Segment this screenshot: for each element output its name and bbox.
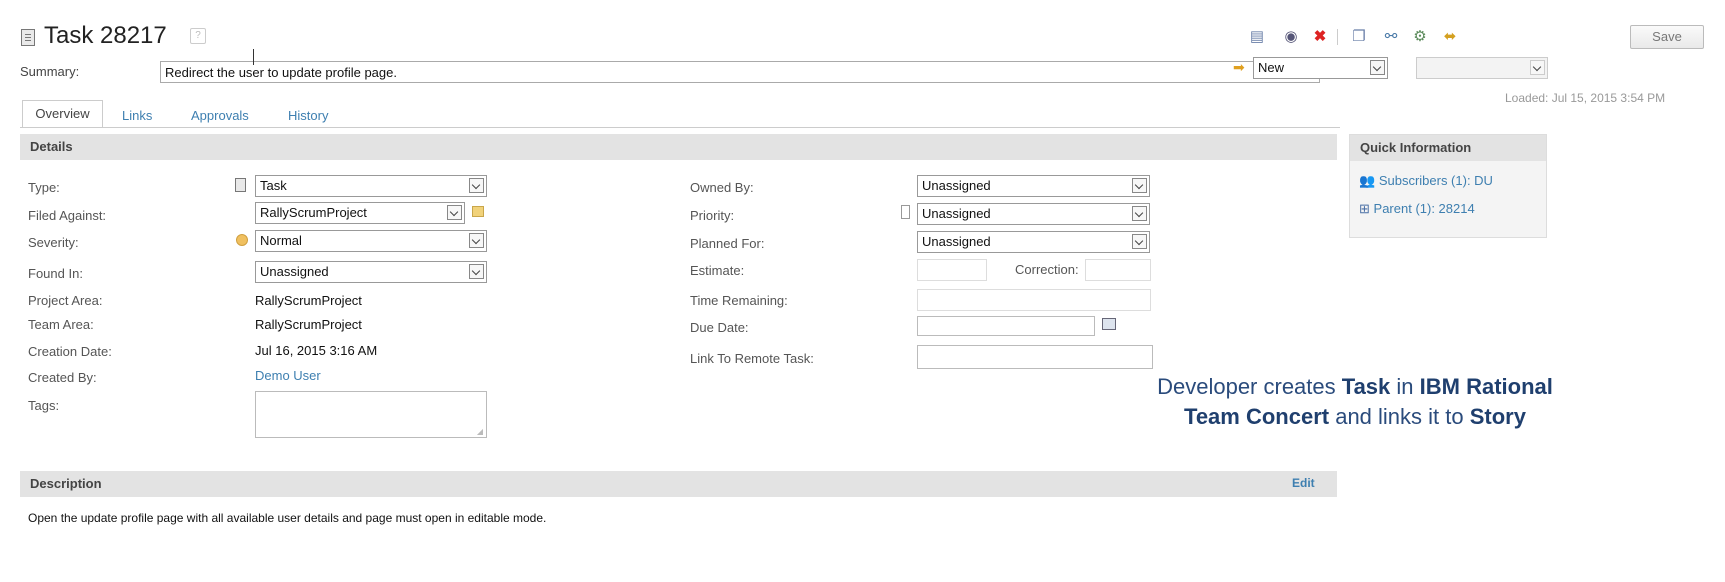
state-value: New <box>1258 60 1285 75</box>
found-in-value: Unassigned <box>260 264 329 279</box>
filed-against-label: Filed Against: <box>28 208 107 223</box>
arrows-icon[interactable]: ⬌ <box>1441 27 1459 45</box>
chevron-down-icon <box>1132 206 1147 221</box>
created-by-label: Created By: <box>28 370 97 385</box>
severity-normal-icon <box>236 234 248 246</box>
help-icon[interactable]: ? <box>190 28 206 44</box>
time-remaining-label: Time Remaining: <box>690 293 788 308</box>
team-area-value: RallyScrumProject <box>255 317 362 332</box>
filed-against-value: RallyScrumProject <box>260 205 367 220</box>
creation-date-label: Creation Date: <box>28 344 112 359</box>
found-in-select[interactable]: Unassigned <box>255 261 487 283</box>
print-icon[interactable]: ▤ <box>1248 27 1266 45</box>
details-section-header: Details <box>20 134 1337 160</box>
tags-input[interactable]: ◢ <box>255 391 487 438</box>
team-area-label: Team Area: <box>28 317 94 332</box>
priority-label: Priority: <box>690 208 735 223</box>
annotation-line-1: Developer creates Task in IBM Rational <box>1157 374 1553 399</box>
folder-icon[interactable] <box>472 206 484 217</box>
subscribers-icon: 👥 <box>1359 173 1376 188</box>
resize-handle-icon[interactable]: ◢ <box>477 427 483 436</box>
chevron-down-icon <box>447 205 462 220</box>
description-section-header: Description <box>20 471 1337 497</box>
subscribers-row[interactable]: 👥 Subscribers (1): DU <box>1359 173 1493 189</box>
estimate-input[interactable] <box>917 259 987 281</box>
chevron-down-icon <box>1132 178 1147 193</box>
found-in-label: Found In: <box>28 266 83 281</box>
planned-for-label: Planned For: <box>690 236 765 251</box>
severity-value: Normal <box>260 233 302 248</box>
priority-select[interactable]: Unassigned <box>917 203 1150 225</box>
page-title: Task 28217 <box>44 22 167 49</box>
link-icon[interactable]: ⚯ <box>1382 27 1400 45</box>
due-date-input[interactable] <box>917 316 1095 336</box>
summary-input[interactable]: Redirect the user to update profile page… <box>160 61 1320 83</box>
time-remaining-input[interactable] <box>917 289 1151 311</box>
task-icon <box>235 178 246 192</box>
tab-underline <box>20 127 1340 128</box>
delete-icon[interactable]: ✖ <box>1311 27 1329 45</box>
priority-value: Unassigned <box>922 206 991 221</box>
chevron-down-icon <box>469 178 484 193</box>
text-cursor <box>253 49 254 65</box>
chevron-down-icon <box>1370 60 1385 75</box>
chevron-down-icon <box>469 264 484 279</box>
priority-icon <box>901 205 910 219</box>
type-value: Task <box>260 178 287 193</box>
settings-icon[interactable]: ⚙ <box>1411 27 1429 45</box>
link-remote-input[interactable] <box>917 345 1153 369</box>
toolbar-divider <box>1337 29 1338 45</box>
chevron-down-icon <box>1132 234 1147 249</box>
severity-label: Severity: <box>28 235 79 250</box>
quick-info-title: Quick Information <box>1350 135 1546 161</box>
planned-for-value: Unassigned <box>922 234 991 249</box>
annotation-line-2: Team Concert and links it to Story <box>1184 404 1526 429</box>
description-text: Open the update profile page with all av… <box>28 511 547 525</box>
tags-label: Tags: <box>28 398 60 413</box>
project-area-value: RallyScrumProject <box>255 293 362 308</box>
task-type-icon <box>21 29 35 46</box>
parent-link[interactable]: Parent (1): 28214 <box>1374 201 1475 216</box>
chevron-down-icon <box>469 233 484 248</box>
type-select[interactable]: Task <box>255 175 487 197</box>
correction-label: Correction: <box>1015 262 1079 277</box>
copy-icon[interactable]: ❐ <box>1350 27 1368 45</box>
quick-info-panel: Quick Information 👥 Subscribers (1): DU … <box>1349 134 1547 238</box>
parent-row[interactable]: ⊞ Parent (1): 28214 <box>1359 201 1475 217</box>
tab-history[interactable]: History <box>288 108 328 123</box>
description-edit-link[interactable]: Edit <box>1292 476 1315 490</box>
tab-links[interactable]: Links <box>122 108 152 123</box>
owned-by-label: Owned By: <box>690 180 754 195</box>
summary-label: Summary: <box>20 64 80 79</box>
loaded-timestamp: Loaded: Jul 15, 2015 3:54 PM <box>1505 91 1666 105</box>
due-date-label: Due Date: <box>690 320 749 335</box>
state-arrow-icon: ➡ <box>1233 59 1245 75</box>
resolution-select[interactable] <box>1416 57 1548 79</box>
chevron-down-icon <box>1530 60 1545 75</box>
subscribers-link[interactable]: Subscribers (1): DU <box>1379 173 1493 188</box>
annotation-caption: Developer creates Task in IBM Rational T… <box>1060 372 1650 432</box>
owned-by-value: Unassigned <box>922 178 991 193</box>
owned-by-select[interactable]: Unassigned <box>917 175 1150 197</box>
type-label: Type: <box>28 180 60 195</box>
project-area-label: Project Area: <box>28 293 103 308</box>
save-button[interactable]: Save <box>1630 25 1704 49</box>
planned-for-select[interactable]: Unassigned <box>917 231 1150 253</box>
tab-overview[interactable]: Overview <box>22 100 103 128</box>
state-select[interactable]: New <box>1253 57 1388 79</box>
creation-date-value: Jul 16, 2015 3:16 AM <box>255 343 378 358</box>
correction-input[interactable] <box>1085 259 1151 281</box>
estimate-label: Estimate: <box>690 263 745 278</box>
severity-select[interactable]: Normal <box>255 230 487 252</box>
hierarchy-icon: ⊞ <box>1359 201 1370 216</box>
calendar-icon[interactable] <box>1102 318 1116 330</box>
binoculars-icon[interactable]: ◉ <box>1282 27 1300 45</box>
created-by-link[interactable]: Demo User <box>255 368 321 383</box>
filed-against-select[interactable]: RallyScrumProject <box>255 202 465 224</box>
link-remote-label: Link To Remote Task: <box>690 351 814 366</box>
tab-approvals[interactable]: Approvals <box>191 108 249 123</box>
